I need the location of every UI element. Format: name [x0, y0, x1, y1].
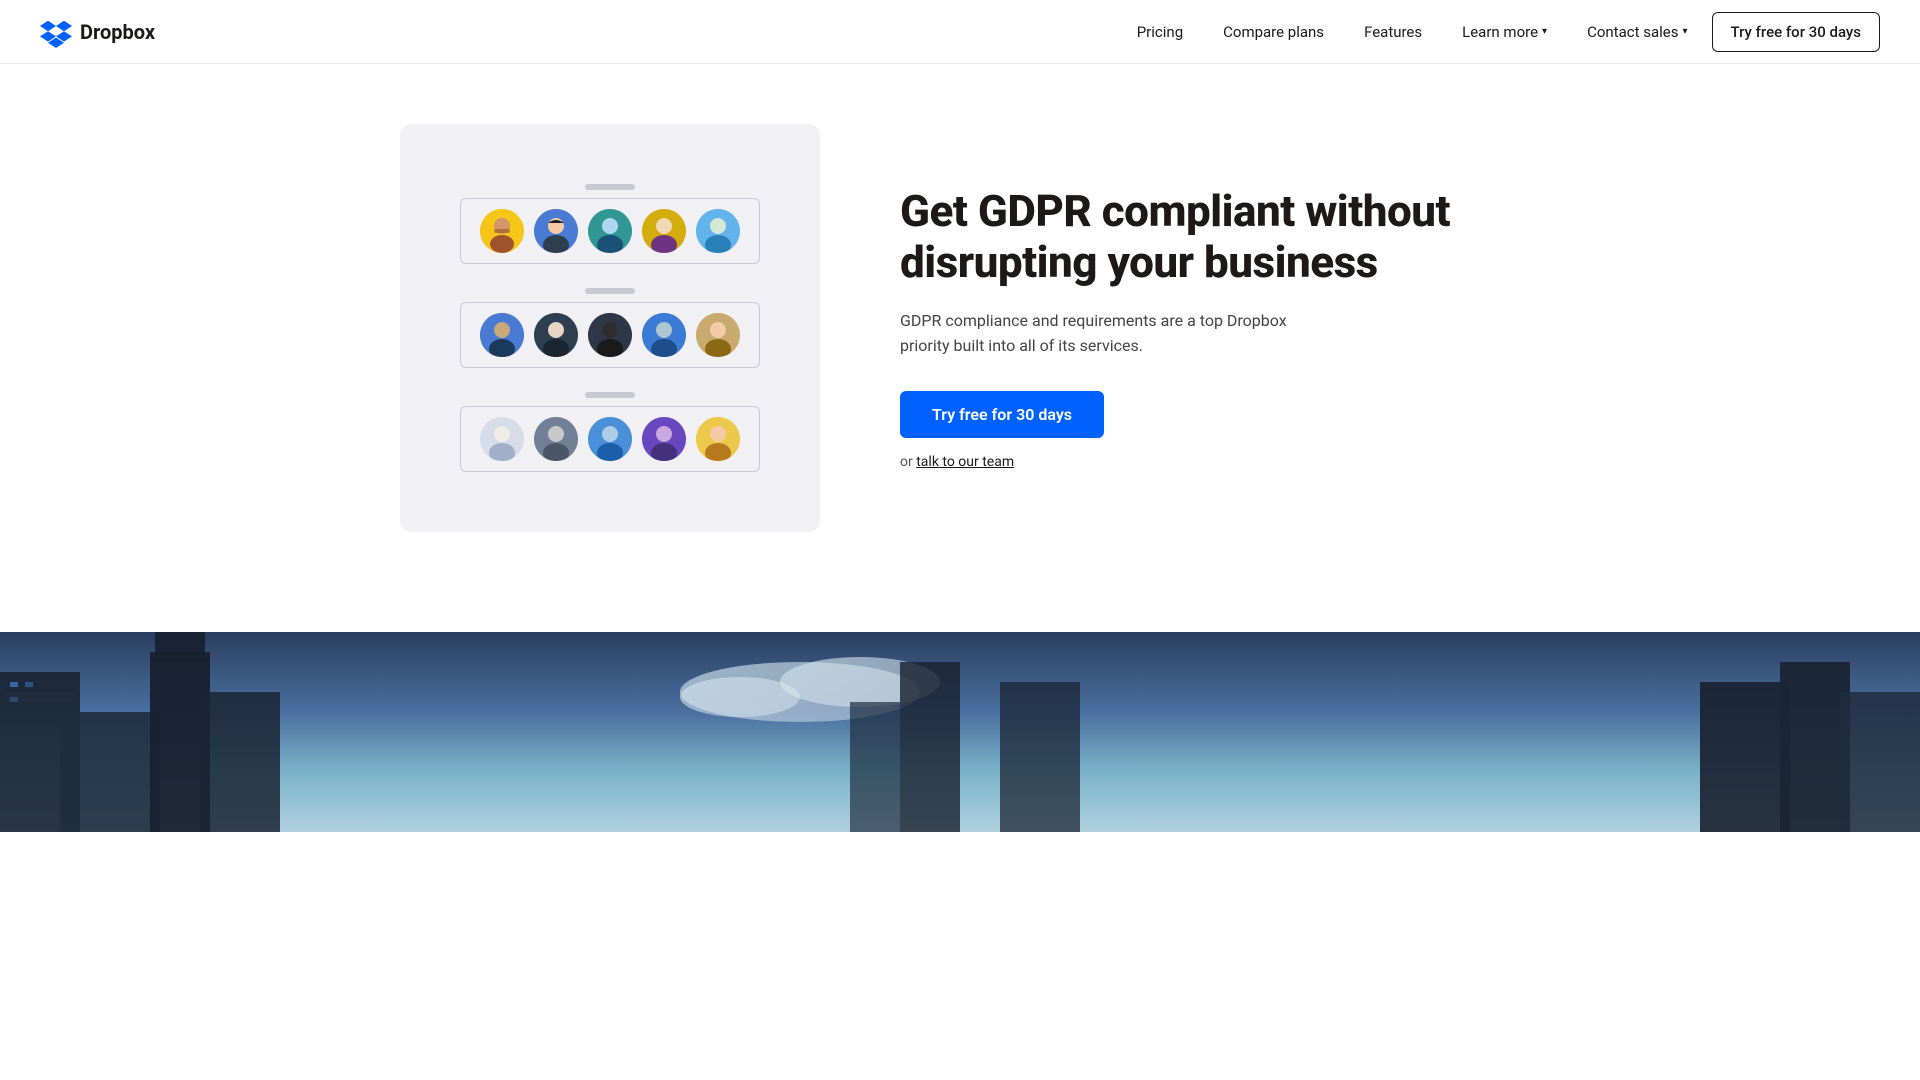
avatar-row-1-wrapper — [430, 184, 790, 264]
logo-link[interactable]: Dropbox — [40, 16, 155, 48]
row-handle-1 — [585, 184, 635, 190]
nav-item-pricing[interactable]: Pricing — [1121, 15, 1199, 49]
nav-links: Pricing Compare plans Features Learn mor… — [1121, 12, 1880, 52]
talk-to-team-link[interactable]: talk to our team — [916, 454, 1014, 470]
avatar-row-2-wrapper — [430, 288, 790, 368]
navbar: Dropbox Pricing Compare plans Features L… — [0, 0, 1920, 64]
nav-item-learn-more[interactable]: Learn more ▾ — [1446, 15, 1563, 49]
avatar-1-5 — [696, 209, 740, 253]
avatar-face-svg — [480, 209, 524, 253]
avatar-2-4 — [642, 313, 686, 357]
avatar-2-1 — [480, 313, 524, 357]
hero-content: Get GDPR compliant without disrupting yo… — [900, 186, 1520, 469]
hero-section: Get GDPR compliant without disrupting yo… — [360, 64, 1560, 592]
avatar-3-1 — [480, 417, 524, 461]
learn-more-chevron-icon: ▾ — [1542, 26, 1547, 37]
avatar-1-3 — [588, 209, 632, 253]
avatar-2-3 — [588, 313, 632, 357]
hero-try-free-button[interactable]: Try free for 30 days — [900, 391, 1104, 438]
bottom-building-image — [0, 632, 1920, 832]
hero-description: GDPR compliance and requirements are a t… — [900, 308, 1320, 359]
avatar-1-2 — [534, 209, 578, 253]
row-handle-3 — [585, 392, 635, 398]
avatar-2-2 — [534, 313, 578, 357]
nav-try-free-button[interactable]: Try free for 30 days — [1712, 12, 1881, 52]
avatar-1-4 — [642, 209, 686, 253]
row-handle-2 — [585, 288, 635, 294]
nav-item-features[interactable]: Features — [1348, 15, 1438, 49]
avatar-row-2 — [460, 302, 760, 368]
hero-secondary-cta-text: or talk to our team — [900, 454, 1520, 470]
avatar-row-3 — [460, 406, 760, 472]
nav-item-contact-sales[interactable]: Contact sales ▾ — [1571, 15, 1703, 49]
logo-text: Dropbox — [80, 20, 155, 44]
hero-title: Get GDPR compliant without disrupting yo… — [900, 186, 1520, 287]
hero-illustration — [400, 124, 820, 532]
avatar-2-5 — [696, 313, 740, 357]
avatar-3-5 — [696, 417, 740, 461]
avatar-3-3 — [588, 417, 632, 461]
dropbox-logo-icon — [40, 16, 72, 48]
avatar-3-4 — [642, 417, 686, 461]
contact-sales-chevron-icon: ▾ — [1682, 26, 1687, 37]
avatar-row-1 — [460, 198, 760, 264]
avatar-1-1 — [480, 209, 524, 253]
buildings-svg — [0, 632, 1920, 832]
nav-item-compare-plans[interactable]: Compare plans — [1207, 15, 1340, 49]
avatar-3-2 — [534, 417, 578, 461]
avatar-row-3-wrapper — [430, 392, 790, 472]
